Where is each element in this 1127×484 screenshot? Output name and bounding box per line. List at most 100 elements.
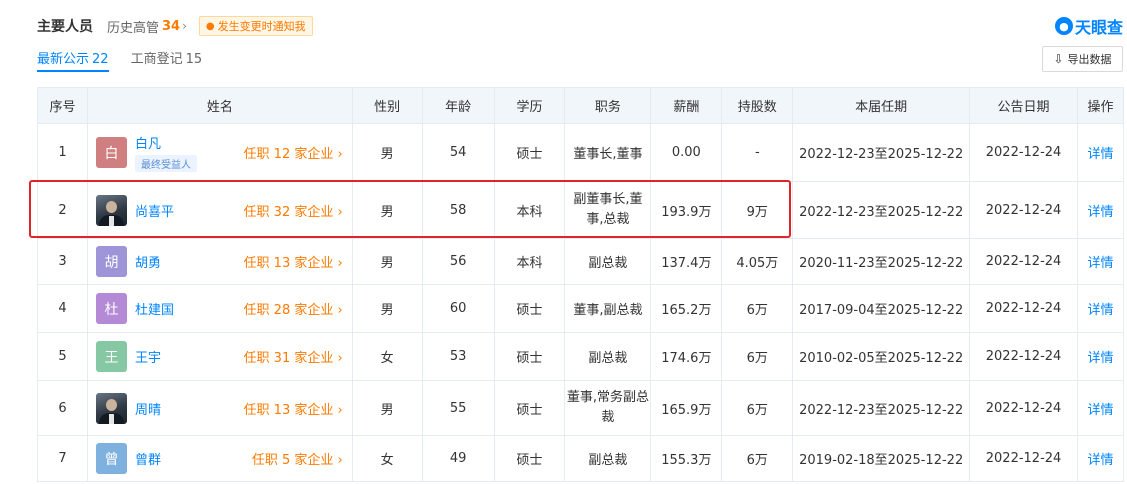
cell-salary: 174.6万 — [650, 332, 723, 381]
tab-business-registration[interactable]: 工商登记 15 — [131, 46, 203, 72]
cell-name: 曾 曾群 任职 5 家企业 › — [86, 435, 353, 482]
cell-salary: 137.4万 — [650, 238, 723, 285]
cell-shares: - — [721, 123, 794, 182]
positions-count-link[interactable]: 任职 28 家企业 › — [244, 299, 343, 318]
cell-seq: 6 — [37, 380, 88, 436]
cell-salary: 193.9万 — [650, 181, 723, 239]
positions-count-link[interactable]: 任职 32 家企业 › — [244, 201, 343, 220]
cell-education: 硕士 — [493, 380, 566, 436]
chevron-right-icon: › — [337, 303, 343, 318]
cell-education: 硕士 — [493, 435, 566, 482]
chevron-right-icon: › — [337, 351, 343, 366]
avatar: 曾 — [95, 443, 127, 474]
cell-term: 2017-09-04至2025-12-22 — [792, 284, 971, 333]
person-name-link[interactable]: 白凡 — [135, 133, 197, 152]
details-link[interactable]: 详情 — [1076, 181, 1125, 239]
cell-education: 本科 — [493, 181, 566, 239]
table-row: 6 周晴 任职 13 家企业 › 男 55 硕士 董事,常务副总裁 165.9万… — [37, 380, 1125, 436]
cell-sex: 男 — [351, 284, 423, 333]
cell-date: 2022-12-24 — [969, 435, 1078, 482]
table-row: 2 尚喜平 任职 32 家企业 › 男 58 本科 副董事长,董事,总裁 193… — [37, 181, 1125, 239]
cell-sex: 男 — [351, 380, 423, 436]
positions-count-link[interactable]: 任职 13 家企业 › — [244, 252, 343, 271]
cell-seq: 3 — [37, 238, 88, 285]
cell-shares: 6万 — [721, 380, 794, 436]
chevron-right-icon: › — [337, 453, 343, 468]
cell-date: 2022-12-24 — [969, 284, 1078, 333]
person-name-link[interactable]: 尚喜平 — [135, 201, 174, 220]
col-header-shares: 持股数 — [721, 87, 794, 124]
cell-seq: 1 — [37, 123, 88, 182]
cell-sex: 男 — [351, 238, 423, 285]
col-header-seq: 序号 — [37, 87, 88, 124]
notify-on-change-button[interactable]: ● 发生变更时通知我 — [198, 16, 313, 36]
cell-shares: 4.05万 — [721, 238, 794, 285]
cell-position: 董事,常务副总裁 — [564, 380, 652, 436]
person-name-link[interactable]: 杜建国 — [135, 299, 174, 318]
cell-education: 本科 — [493, 238, 566, 285]
person-name-link[interactable]: 周晴 — [135, 399, 161, 418]
history-executives-link[interactable]: 历史高管 34 › — [107, 17, 187, 36]
cell-salary: 0.00 — [650, 123, 723, 182]
details-link[interactable]: 详情 — [1076, 435, 1125, 482]
personnel-table: 序号 姓名 性别 年龄 学历 职务 薪酬 持股数 本届任期 公告日期 操作 1 … — [37, 87, 1125, 482]
bell-icon: ● — [205, 20, 215, 32]
cell-term: 2022-12-23至2025-12-22 — [792, 123, 971, 182]
positions-count-link[interactable]: 任职 5 家企业 › — [252, 449, 343, 468]
positions-count-link[interactable]: 任职 31 家企业 › — [244, 347, 343, 366]
cell-seq: 4 — [37, 284, 88, 333]
cell-position: 董事长,董事 — [564, 123, 652, 182]
table-row: 7 曾 曾群 任职 5 家企业 › 女 49 硕士 副总裁 155.3万 6万 … — [37, 435, 1125, 482]
table-row: 1 白 白凡 最终受益人 任职 12 家企业 › 男 54 硕士 董事长,董事 … — [37, 123, 1125, 182]
details-link[interactable]: 详情 — [1076, 238, 1125, 285]
person-name-link[interactable]: 曾群 — [135, 449, 161, 468]
col-header-name: 姓名 — [86, 87, 353, 124]
export-data-button[interactable]: ⇩ 导出数据 — [1042, 46, 1123, 72]
details-link[interactable]: 详情 — [1076, 332, 1125, 381]
cell-position: 副总裁 — [564, 238, 652, 285]
positions-count-link[interactable]: 任职 13 家企业 › — [244, 399, 343, 418]
cell-shares: 6万 — [721, 435, 794, 482]
person-name-link[interactable]: 胡勇 — [135, 252, 161, 271]
cell-shares: 9万 — [721, 181, 794, 239]
cell-position: 董事,副总裁 — [564, 284, 652, 333]
download-icon: ⇩ — [1053, 52, 1064, 66]
col-header-date: 公告日期 — [969, 87, 1078, 124]
chevron-right-icon: › — [337, 402, 343, 418]
table-row: 3 胡 胡勇 任职 13 家企业 › 男 56 本科 副总裁 137.4万 4.… — [37, 238, 1125, 285]
cell-seq: 5 — [37, 332, 88, 381]
cell-age: 49 — [421, 435, 495, 482]
cell-education: 硕士 — [493, 284, 566, 333]
cell-term: 2019-02-18至2025-12-22 — [792, 435, 971, 482]
avatar-photo — [95, 194, 127, 226]
col-header-education: 学历 — [493, 87, 566, 124]
tab-latest-disclosure[interactable]: 最新公示 22 — [37, 46, 109, 72]
person-name-link[interactable]: 王宇 — [135, 347, 161, 366]
cell-age: 54 — [421, 123, 495, 182]
cell-date: 2022-12-24 — [969, 332, 1078, 381]
chevron-right-icon: › — [182, 19, 187, 33]
cell-salary: 165.9万 — [650, 380, 723, 436]
cell-sex: 男 — [351, 123, 423, 182]
avatar: 杜 — [95, 293, 127, 324]
cell-name: 白 白凡 最终受益人 任职 12 家企业 › — [86, 123, 353, 182]
section-title: 主要人员 — [37, 19, 93, 35]
cell-age: 56 — [421, 238, 495, 285]
cell-education: 硕士 — [493, 123, 566, 182]
history-label: 历史高管 — [107, 20, 160, 36]
cell-position: 副董事长,董事,总裁 — [564, 181, 652, 239]
details-link[interactable]: 详情 — [1076, 123, 1125, 182]
cell-age: 53 — [421, 332, 495, 381]
section-header: 主要人员 历史高管 34 › ● 发生变更时通知我 — [37, 15, 313, 37]
cell-name: 周晴 任职 13 家企业 › — [86, 380, 353, 436]
tianyancha-logo: ● 天眼查 — [1054, 14, 1123, 38]
col-header-term: 本届任期 — [792, 87, 971, 124]
cell-name: 杜 杜建国 任职 28 家企业 › — [86, 284, 353, 333]
details-link[interactable]: 详情 — [1076, 380, 1125, 436]
cell-date: 2022-12-24 — [969, 123, 1078, 182]
cell-sex: 男 — [351, 181, 423, 239]
positions-count-link[interactable]: 任职 12 家企业 › — [244, 143, 343, 162]
cell-term: 2010-02-05至2025-12-22 — [792, 332, 971, 381]
cell-seq: 7 — [37, 435, 88, 482]
details-link[interactable]: 详情 — [1076, 284, 1125, 333]
